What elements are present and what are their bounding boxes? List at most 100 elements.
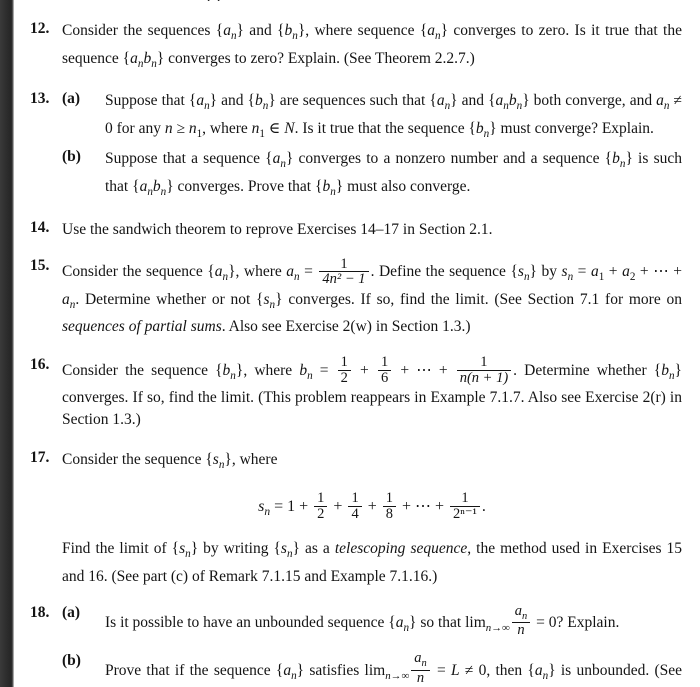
- text-run: ∈: [265, 119, 285, 137]
- fraction-a-n-over-n: an n: [411, 651, 430, 686]
- limit-expression: } so that limn→∞: [409, 614, 510, 635]
- part-body-13a: Suppose that { a n } and { b n } are sequences…: [105, 90, 682, 145]
- fraction-1-over-8: 18: [382, 491, 396, 522]
- math-var-a: a: [436, 92, 445, 110]
- exercise-item-13: 13. (a) Suppose that { a n } and { b n } are s…: [0, 90, 700, 203]
- text-run: Suppose that {: [105, 92, 197, 110]
- text-run: Consider the sequence {: [62, 451, 213, 469]
- math-var-b: b: [255, 92, 263, 110]
- exercise-part-18b: (b) Prove that if the sequence {an} sati…: [62, 651, 682, 687]
- math-var-a: a: [590, 262, 599, 280]
- text-run: . Define the sequence {: [370, 262, 518, 280]
- math-var-a: a: [514, 602, 523, 619]
- text-run: ≠ 0, then {: [459, 662, 535, 680]
- text-run: } and {: [236, 22, 285, 39]
- fraction-1-over-4n2-minus-1: 1 4n² − 1: [319, 256, 369, 288]
- fraction-1-over-4: 14: [348, 491, 362, 522]
- fraction-denominator: 8: [385, 505, 393, 522]
- math-var-L: L: [450, 662, 460, 680]
- exercise-part-13a: (a) Suppose that { a n } and { b n } are seque…: [62, 90, 682, 145]
- fraction-denominator: n: [416, 670, 425, 686]
- part-label-a: (a): [62, 90, 81, 108]
- math-var-a: a: [622, 262, 630, 280]
- fraction-denominator: 2ⁿ⁻¹: [453, 505, 477, 522]
- text-run: Consider the sequence {: [62, 361, 223, 379]
- limit-subscript: n→∞: [485, 622, 510, 635]
- math-var-N: N: [284, 119, 295, 137]
- text-run: +: [352, 361, 376, 379]
- exercise-part-13b: (b) Suppose that a sequence {an} converg…: [62, 148, 682, 203]
- math-var-b: b: [475, 119, 484, 137]
- text-run: } are sequences such that {: [268, 92, 437, 110]
- math-var-b: b: [661, 361, 669, 379]
- text-run: . Determine whether or not {: [75, 290, 264, 308]
- fraction-1-over-n-n-plus-1: 1 n(n + 1): [456, 355, 512, 386]
- math-var-b: b: [508, 92, 517, 110]
- fraction-numerator: an: [411, 651, 430, 671]
- fraction-1-over-2: 12: [337, 355, 351, 386]
- math-sub-n: n: [264, 505, 271, 518]
- exercise-body-14: Use the sandwich theorem to reprove Exer…: [62, 219, 682, 241]
- display-equation-17: sn = 1 + 12 + 14 + 18 + ⋯ + 1 2ⁿ⁻¹.: [62, 491, 682, 523]
- fraction-denominator: n(n + 1): [459, 369, 509, 386]
- exercise-item-14: 14. Use the sandwich theorem to reprove …: [0, 219, 700, 241]
- exercise-body-12: Consider the sequences {an} and {bn}, wh…: [62, 20, 682, 75]
- limit-expression: } satisfies limn→∞: [296, 662, 410, 683]
- emphasis-sequences-of-partial-sums: sequences of partial sums: [62, 318, 222, 336]
- exercise-item-12: 12. Consider the sequences {an} and {bn}…: [0, 20, 700, 75]
- part-label-a: (a): [62, 604, 81, 622]
- math-var-a: a: [427, 22, 436, 39]
- text-run: }, where sequence {: [297, 22, 428, 39]
- math-var-a: a: [656, 92, 664, 110]
- text-run: }, where: [235, 361, 300, 379]
- exercise-number-13: 13.: [30, 90, 50, 108]
- text-run: } and {: [450, 92, 496, 110]
- math-sub-n: n: [522, 610, 528, 622]
- math-var-b: b: [612, 150, 620, 168]
- text-run: Is it possible to have an unbounded sequ…: [105, 614, 396, 632]
- math-var-a: a: [130, 49, 138, 67]
- fraction-numerator: 1: [337, 355, 351, 371]
- fraction-numerator: 1: [319, 256, 369, 273]
- math-var-a: a: [534, 662, 543, 680]
- fraction-1-over-2-pow-n-minus-1: 1 2ⁿ⁻¹: [450, 491, 480, 522]
- part-label-b: (b): [62, 651, 81, 669]
- fraction-denominator: 4n² − 1: [322, 271, 366, 288]
- exercise-number-12: 12.: [30, 20, 50, 37]
- math-var-a: a: [62, 290, 70, 308]
- exercise-number-18: 18.: [30, 604, 50, 622]
- text-run: Suppose that a sequence {: [105, 150, 273, 168]
- text-run: } both converge, and: [522, 92, 657, 110]
- fraction-numerator: 1: [450, 491, 480, 507]
- exercise-body-17-outro: Find the limit of {sn} by writing {sn} a…: [62, 538, 682, 587]
- part-label-b: (b): [62, 148, 81, 166]
- math-var-n: n: [164, 119, 173, 137]
- math-var-n: n: [188, 119, 197, 137]
- text-run: } so that lim: [409, 614, 486, 632]
- text-run: = 0? Explain.: [536, 614, 620, 632]
- text-run: } converges. If so, find the limit. (See…: [275, 290, 682, 308]
- exercise-number-17: 17.: [30, 449, 50, 467]
- period: .: [481, 497, 486, 515]
- text-run: }, where: [228, 262, 287, 280]
- fraction-a-n-over-n: an n: [511, 602, 531, 638]
- text-run: } as a: [292, 540, 335, 558]
- exercise-number-15: 15.: [30, 257, 50, 275]
- text-run: } by: [529, 262, 562, 280]
- fraction-numerator: 1: [377, 355, 392, 371]
- fraction-numerator: 1: [456, 355, 512, 371]
- exercise-item-15: 15. Consider the sequence {an}, where an…: [0, 256, 700, 338]
- fraction-1-over-6: 16: [377, 355, 392, 386]
- text-run: } converges to a nonzero number and a se…: [285, 150, 613, 168]
- text-run: =: [312, 361, 336, 379]
- equation-rhs-start: = 1 +: [274, 497, 309, 515]
- ellipsis: ⋯: [415, 497, 432, 515]
- limit-subscript: n→∞: [385, 670, 410, 683]
- plus-sign: +: [367, 497, 377, 515]
- text-run: } satisfies lim: [296, 662, 386, 680]
- math-var-b: b: [152, 177, 161, 195]
- plus-sign: +: [401, 497, 412, 515]
- text-run: } must converge? Explain.: [489, 119, 654, 137]
- text-run: Consider the sequence {: [62, 262, 215, 280]
- math-var-a: a: [283, 662, 292, 680]
